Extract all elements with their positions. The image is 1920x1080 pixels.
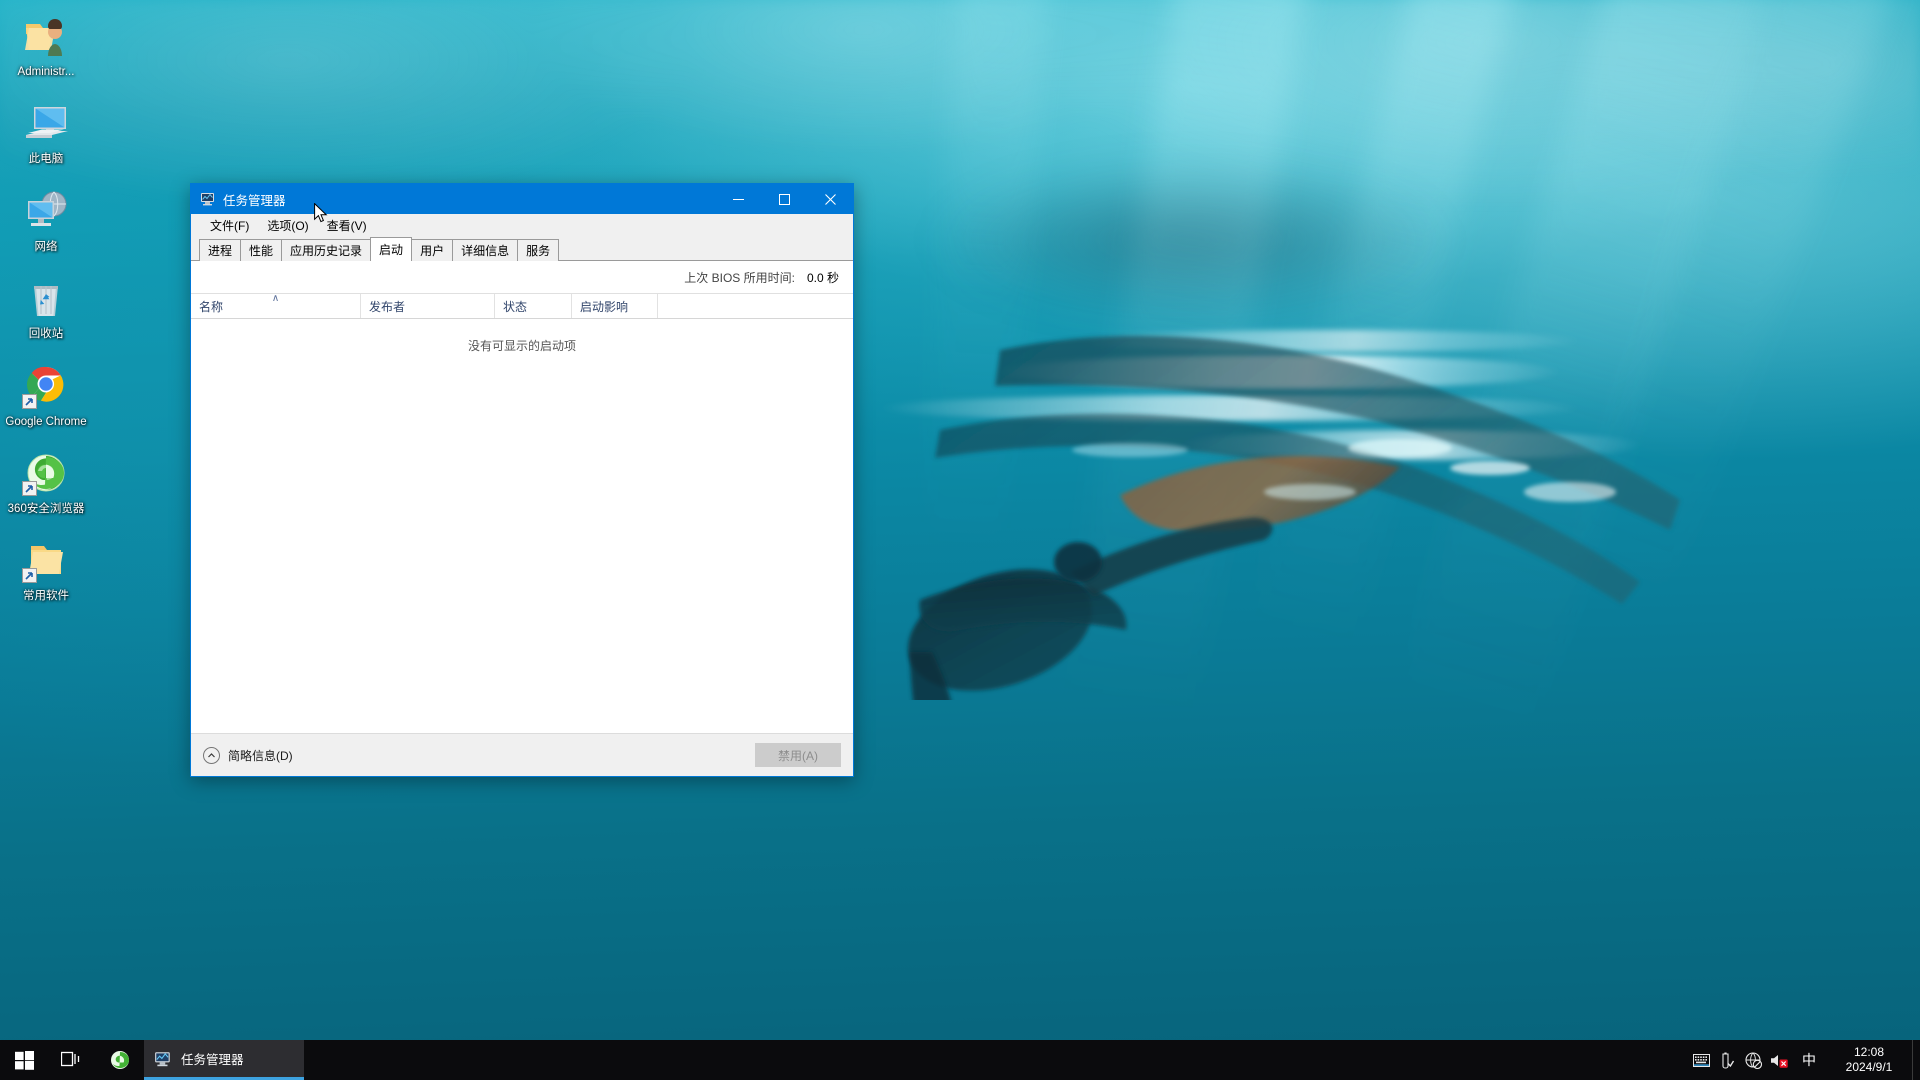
fewer-details-button[interactable]: 简略信息(D) — [203, 746, 293, 764]
desktop-icon-label: 回收站 — [28, 328, 64, 341]
menu-item-file[interactable]: 文件(F) — [201, 215, 258, 236]
usb-eject-icon[interactable] — [1714, 1040, 1740, 1080]
column-header-label: 状态 — [503, 299, 528, 314]
column-header-label: 启动影响 — [580, 299, 629, 314]
window-title-bar[interactable]: 任务管理器 — [191, 184, 853, 214]
window-title: 任务管理器 — [223, 193, 286, 208]
desktop-icon-list: Administr... 此电脑 网络 回收站 Google Chrome 36… — [0, 6, 92, 618]
shortcut-overlay-icon — [22, 393, 37, 409]
desktop-icon-recycle-bin[interactable]: 回收站 — [0, 268, 92, 345]
shortcut-overlay-icon — [22, 480, 37, 496]
system-tray: 中 12:08 2024/9/1 — [1688, 1040, 1920, 1080]
tab-processes[interactable]: 进程 — [199, 239, 242, 261]
desktop-icon-common-software[interactable]: 常用软件 — [0, 530, 92, 607]
clock-date: 2024/9/1 — [1845, 1060, 1893, 1074]
menu-item-view[interactable]: 查看(V) — [318, 215, 376, 236]
tab-services[interactable]: 服务 — [517, 239, 560, 261]
start-button[interactable] — [0, 1040, 48, 1080]
ime-indicator[interactable]: 中 — [1792, 1040, 1826, 1080]
task-manager-icon — [200, 191, 216, 207]
minimize-button[interactable] — [715, 184, 761, 214]
desktop-icon-label: 360安全浏览器 — [7, 502, 85, 515]
tab-startup[interactable]: 启动 — [370, 237, 413, 261]
column-header-startup-impact[interactable]: 启动影响 — [572, 294, 658, 318]
window-status-bar: 简略信息(D) 禁用(A) — [191, 733, 853, 776]
menu-item-options[interactable]: 选项(O) — [258, 215, 317, 236]
desktop-icon-administrator[interactable]: Administr... — [0, 6, 92, 83]
column-header-status[interactable]: 状态 — [495, 294, 572, 318]
task-view-button[interactable] — [48, 1040, 96, 1080]
startup-table-header: ∧ 名称 发布者 状态 启动影响 — [191, 293, 853, 319]
desktop-icon-label: 常用软件 — [23, 590, 69, 603]
volume-muted-icon[interactable] — [1766, 1040, 1792, 1080]
task-manager-icon — [154, 1050, 172, 1068]
menu-bar: 文件(F) 选项(O) 查看(V) — [191, 214, 853, 237]
column-header-label: 名称 — [199, 299, 224, 314]
clock-time: 12:08 — [1853, 1045, 1885, 1059]
browser-360-icon — [111, 1051, 129, 1069]
window-controls — [715, 184, 853, 214]
column-header-filler — [658, 294, 853, 318]
taskbar: 任务管理器 中 12:08 2024/9/1 — [0, 1040, 1920, 1080]
last-bios-time-row: 上次 BIOS 所用时间: 0.0 秒 — [191, 261, 853, 293]
taskbar-clock[interactable]: 12:08 2024/9/1 — [1826, 1040, 1912, 1080]
tab-strip: 进程 性能 应用历史记录 启动 用户 详细信息 服务 — [191, 237, 853, 261]
chevron-up-circle-icon — [203, 746, 220, 764]
tab-app-history[interactable]: 应用历史记录 — [281, 239, 372, 261]
wallpaper-diver-illustration — [908, 335, 1680, 700]
column-header-name[interactable]: ∧ 名称 — [191, 294, 361, 318]
sort-ascending-icon: ∧ — [271, 293, 280, 304]
this-pc-icon — [22, 99, 70, 147]
user-folder-icon — [22, 12, 70, 60]
taskbar-window-task-manager[interactable]: 任务管理器 — [144, 1040, 304, 1080]
maximize-button[interactable] — [761, 184, 807, 214]
network-disconnected-icon[interactable] — [1740, 1040, 1766, 1080]
shortcut-overlay-icon — [22, 568, 37, 584]
network-icon — [22, 187, 70, 235]
desktop-icon-this-pc[interactable]: 此电脑 — [0, 93, 92, 170]
show-desktop-button[interactable] — [1912, 1040, 1920, 1080]
desktop-icon-label: Administr... — [17, 66, 75, 78]
last-bios-time-label: 上次 BIOS 所用时间: — [684, 270, 795, 285]
column-header-publisher[interactable]: 发布者 — [361, 294, 495, 318]
taskbar-pinned-360-browser[interactable] — [96, 1040, 144, 1080]
folder-icon — [22, 536, 70, 584]
desktop-icon-label: Google Chrome — [5, 415, 87, 428]
chrome-icon — [22, 362, 70, 410]
recycle-bin-icon — [22, 274, 70, 322]
desktop-icon-label: 网络 — [34, 240, 58, 253]
desktop-icon-360-browser[interactable]: 360安全浏览器 — [0, 443, 92, 520]
touch-keyboard-icon[interactable] — [1688, 1040, 1714, 1080]
desktop-icon-label: 此电脑 — [28, 153, 64, 166]
browser-360-icon — [22, 449, 70, 497]
disable-button[interactable]: 禁用(A) — [755, 743, 841, 767]
tab-performance[interactable]: 性能 — [240, 239, 283, 261]
close-button[interactable] — [807, 184, 853, 214]
windows-start-icon — [14, 1050, 34, 1070]
tab-details[interactable]: 详细信息 — [452, 239, 519, 261]
taskbar-window-label: 任务管理器 — [181, 1053, 244, 1067]
fewer-details-label: 简略信息(D) — [228, 748, 293, 763]
desktop-icon-google-chrome[interactable]: Google Chrome — [0, 356, 92, 433]
desktop-icon-network[interactable]: 网络 — [0, 181, 92, 258]
tab-users[interactable]: 用户 — [411, 239, 454, 261]
startup-tab-panel: 上次 BIOS 所用时间: 0.0 秒 ∧ 名称 发布者 状态 启动影响 没有可… — [191, 261, 853, 733]
startup-empty-message: 没有可显示的启动项 — [467, 339, 576, 353]
task-view-icon — [61, 1051, 80, 1067]
last-bios-time-value: 0.0 秒 — [806, 270, 839, 285]
task-manager-window[interactable]: 任务管理器 文件(F) 选项(O) 查看(V) 进程 性能 应用历史记录 启动 … — [190, 183, 854, 777]
column-header-label: 发布者 — [369, 299, 406, 314]
